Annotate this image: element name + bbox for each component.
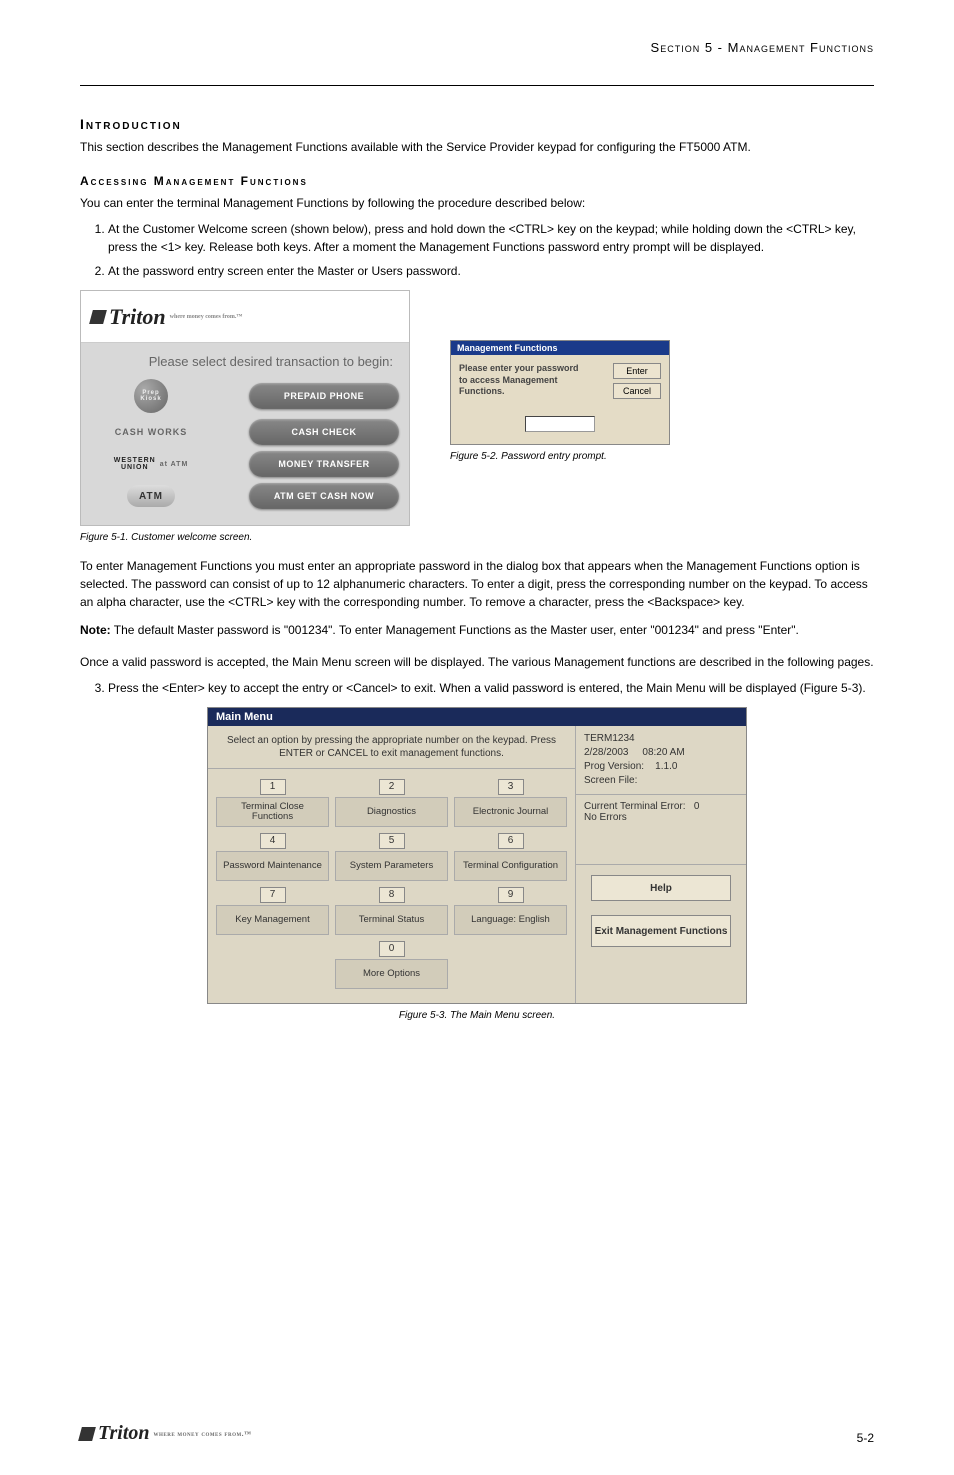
atm-badge-icon: ATM	[127, 485, 175, 507]
mainmenu-option[interactable]: 4 Password Maintenance	[216, 833, 329, 881]
figure-password: Management Functions Please enter your p…	[450, 340, 670, 462]
access-p2: To enter Management Functions you must e…	[80, 557, 874, 611]
password-input[interactable]	[525, 416, 595, 432]
terminal-error: Current Terminal Error: 0 No Errors	[576, 795, 746, 865]
mainmenu-option[interactable]: 9 Language: English	[454, 887, 567, 935]
option-number: 4	[260, 833, 286, 849]
ordered-list-2: Press the <Enter> key to accept the entr…	[80, 679, 874, 697]
figure-caption-1: Figure 5-1. Customer welcome screen.	[80, 532, 410, 543]
section-title: Introduction	[80, 116, 874, 132]
option-number: 1	[260, 779, 286, 795]
kiosk-badge-icon: Prep Kiosk	[134, 379, 168, 413]
list-item: At the password entry screen enter the M…	[108, 262, 874, 280]
triton-logo: Triton where money comes from.™	[91, 304, 242, 330]
terminal-info: TERM1234 2/28/2003 08:20 AM Prog Version…	[576, 726, 746, 795]
mainmenu-option[interactable]: 6 Terminal Configuration	[454, 833, 567, 881]
option-label: Diagnostics	[335, 797, 448, 827]
option-label: Key Management	[216, 905, 329, 935]
option-label: Terminal Close Functions	[216, 797, 329, 827]
option-label: Electronic Journal	[454, 797, 567, 827]
access-p1: You can enter the terminal Management Fu…	[80, 194, 874, 212]
triton-brand: Triton	[109, 304, 166, 330]
dialog-text: Please enter your password to access Man…	[459, 363, 579, 398]
header-rule	[80, 85, 874, 86]
help-button[interactable]: Help	[591, 875, 731, 901]
enter-button[interactable]: Enter	[613, 363, 661, 379]
note: Note: The default Master password is "00…	[80, 621, 874, 639]
mainmenu-option[interactable]: 2 Diagnostics	[335, 779, 448, 827]
mainmenu-title: Main Menu	[208, 708, 746, 726]
intro-paragraph: This section describes the Management Fu…	[80, 138, 874, 156]
option-label: Terminal Configuration	[454, 851, 567, 881]
exit-button[interactable]: Exit Management Functions	[591, 915, 731, 947]
figure-caption-2: Figure 5-2. Password entry prompt.	[450, 451, 670, 462]
dialog-title: Management Functions	[451, 341, 669, 355]
option-label: Password Maintenance	[216, 851, 329, 881]
mainmenu-option[interactable]: 5 System Parameters	[335, 833, 448, 881]
option-number: 7	[260, 887, 286, 903]
note-label: Note:	[80, 623, 111, 637]
option-label: Language: English	[454, 905, 567, 935]
welcome-prompt: Please select desired transaction to beg…	[91, 353, 399, 371]
option-number: 6	[498, 833, 524, 849]
triton-mark-icon	[89, 310, 107, 324]
footer-logo: Triton where money comes from.™	[80, 1422, 251, 1445]
note-body: The default Master password is "001234".…	[111, 623, 799, 637]
option-label: Terminal Status	[335, 905, 448, 935]
mainmenu-option[interactable]: 3 Electronic Journal	[454, 779, 567, 827]
footer-tagline: where money comes from.™	[154, 1430, 252, 1438]
ordered-list-1: At the Customer Welcome screen (shown be…	[80, 220, 874, 280]
cancel-button[interactable]: Cancel	[613, 383, 661, 399]
option-number: 0	[379, 941, 405, 957]
option-money-transfer[interactable]: MONEY TRANSFER	[249, 451, 399, 477]
figure-mainmenu: Main Menu Select an option by pressing t…	[207, 707, 747, 1021]
mainmenu-instruction: Select an option by pressing the appropr…	[208, 726, 575, 769]
figure-welcome: Triton where money comes from.™ Please s…	[80, 290, 410, 543]
option-number: 5	[379, 833, 405, 849]
option-left-wu: WESTERNUNION at ATM	[91, 457, 211, 471]
option-label: System Parameters	[335, 851, 448, 881]
option-cash-check[interactable]: CASH CHECK	[249, 419, 399, 445]
list-item: At the Customer Welcome screen (shown be…	[108, 220, 874, 256]
subsection-title: Accessing Management Functions	[80, 174, 874, 188]
option-left-cashworks: CASH WORKS	[91, 427, 211, 437]
mainmenu-option[interactable]: 1 Terminal Close Functions	[216, 779, 329, 827]
option-prepaid-phone[interactable]: PREPAID PHONE	[249, 383, 399, 409]
list-item: Press the <Enter> key to accept the entr…	[108, 679, 874, 697]
option-number: 9	[498, 887, 524, 903]
triton-mark-icon	[78, 1427, 96, 1441]
page-number: 5-2	[857, 1431, 874, 1445]
figure-caption-3: Figure 5-3. The Main Menu screen.	[207, 1010, 747, 1021]
triton-tagline: where money comes from.™	[170, 314, 243, 320]
option-label: More Options	[335, 959, 448, 989]
option-atm-cash[interactable]: ATM GET CASH NOW	[249, 483, 399, 509]
mainmenu-option[interactable]: 8 Terminal Status	[335, 887, 448, 935]
mainmenu-option[interactable]: 7 Key Management	[216, 887, 329, 935]
footer-brand: Triton	[98, 1422, 150, 1445]
option-number: 8	[379, 887, 405, 903]
option-number: 2	[379, 779, 405, 795]
page-header-right: Section 5 - Management Functions	[80, 40, 874, 55]
mainmenu-option[interactable]: 0 More Options	[335, 941, 448, 989]
access-p3: Once a valid password is accepted, the M…	[80, 653, 874, 671]
option-number: 3	[498, 779, 524, 795]
